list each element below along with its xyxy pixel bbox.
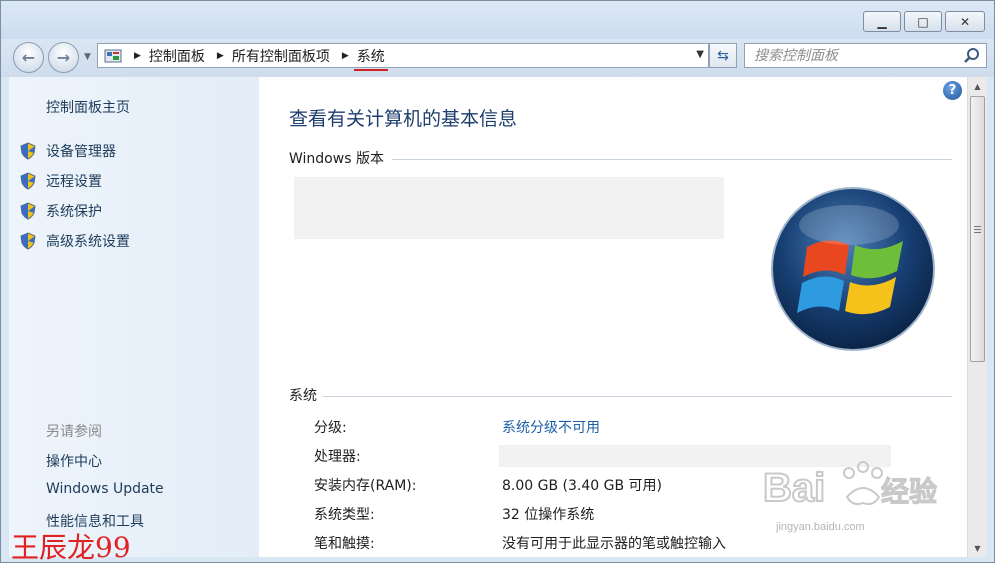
page-title: 查看有关计算机的基本信息 bbox=[289, 108, 518, 130]
recent-pages-dropdown[interactable]: ▼ bbox=[84, 52, 91, 62]
address-bar[interactable]: ▶ 控制面板 ▶ 所有控制面板项 ▶ 系统 ▼ bbox=[97, 43, 709, 71]
task-sidebar: 控制面板主页 设备管理器 远程设置 系统保护 高级系统设置 另请参阅 操作中心 … bbox=[9, 77, 259, 557]
rating-label: 分级: bbox=[314, 420, 347, 436]
back-arrow-icon: ← bbox=[21, 48, 36, 67]
system-type-value: 32 位操作系统 bbox=[502, 507, 595, 523]
control-panel-home-link[interactable]: 控制面板主页 bbox=[46, 97, 130, 117]
uac-shield-icon bbox=[20, 172, 36, 190]
minimize-button[interactable]: ▁ bbox=[863, 11, 901, 32]
forward-button[interactable]: → bbox=[48, 42, 79, 73]
uac-shield-icon bbox=[20, 202, 36, 220]
task-label: 设备管理器 bbox=[46, 144, 116, 160]
memory-value: 8.00 GB (3.40 GB 可用) bbox=[502, 478, 662, 494]
svg-text:经验: 经验 bbox=[881, 475, 937, 508]
windows-edition-heading: Windows 版本 bbox=[289, 151, 384, 167]
annotation-underline bbox=[353, 68, 388, 71]
rating-link[interactable]: 系统分级不可用 bbox=[502, 417, 600, 437]
scroll-thumb[interactable] bbox=[970, 96, 985, 362]
breadcrumb-arrow-icon[interactable]: ▶ bbox=[342, 51, 349, 61]
control-panel-window: ▁ □ ✕ ← → ▼ ▶ 控制面板 ▶ 所有控制面板项 ▶ 系统 ▼ ⇆ 搜索… bbox=[0, 0, 995, 563]
close-button[interactable]: ✕ bbox=[945, 11, 985, 32]
pen-touch-label: 笔和触摸: bbox=[314, 536, 375, 552]
refresh-button[interactable]: ⇆ bbox=[709, 43, 737, 68]
navigation-bar: ← → ▼ ▶ 控制面板 ▶ 所有控制面板项 ▶ 系统 ▼ ⇆ bbox=[1, 39, 994, 77]
scroll-down-button[interactable]: ▼ bbox=[968, 539, 987, 557]
task-advanced-system-settings[interactable]: 高级系统设置 bbox=[19, 230, 130, 252]
scroll-grip-icon bbox=[974, 225, 981, 233]
forward-arrow-icon: → bbox=[56, 48, 71, 67]
uac-shield-icon bbox=[20, 142, 36, 160]
redacted-edition-info bbox=[294, 177, 724, 239]
processor-label: 处理器: bbox=[314, 449, 361, 465]
breadcrumb-all-items[interactable]: 所有控制面板项 bbox=[232, 46, 330, 66]
see-also-heading: 另请参阅 bbox=[46, 424, 102, 440]
control-panel-icon bbox=[104, 49, 122, 62]
address-history-dropdown-icon[interactable]: ▼ bbox=[696, 49, 704, 60]
uac-shield-icon bbox=[20, 232, 36, 250]
windows-update-link[interactable]: Windows Update bbox=[46, 481, 164, 497]
pen-touch-value: 没有可用于此显示器的笔或触控输入 bbox=[502, 536, 726, 552]
section-divider bbox=[323, 396, 952, 397]
vertical-scrollbar[interactable]: ▲ ▼ bbox=[967, 77, 987, 557]
task-label: 远程设置 bbox=[46, 174, 102, 190]
section-divider bbox=[392, 159, 952, 160]
baidu-jingyan-watermark-logo: Bai 经验 bbox=[763, 461, 938, 511]
breadcrumb-control-panel[interactable]: 控制面板 bbox=[149, 46, 205, 66]
breadcrumb-system-label: 系统 bbox=[356, 48, 385, 65]
system-heading: 系统 bbox=[289, 388, 317, 404]
search-icon[interactable] bbox=[963, 47, 980, 64]
help-icon[interactable]: ? bbox=[943, 81, 962, 100]
system-type-label: 系统类型: bbox=[314, 507, 375, 523]
svg-text:Bai: Bai bbox=[763, 466, 825, 510]
breadcrumb-system[interactable]: 系统 bbox=[353, 46, 388, 71]
memory-label: 安装内存(RAM): bbox=[314, 478, 417, 494]
maximize-button[interactable]: □ bbox=[904, 11, 942, 32]
task-label: 高级系统设置 bbox=[46, 234, 130, 250]
scroll-up-button[interactable]: ▲ bbox=[968, 77, 987, 95]
back-button[interactable]: ← bbox=[13, 42, 44, 73]
breadcrumb-arrow-icon[interactable]: ▶ bbox=[134, 51, 141, 61]
windows-logo-icon bbox=[771, 187, 935, 351]
breadcrumb-arrow-icon[interactable]: ▶ bbox=[217, 51, 224, 61]
search-box[interactable] bbox=[744, 43, 987, 68]
task-system-protection[interactable]: 系统保护 bbox=[19, 200, 102, 222]
author-watermark: 王辰龙99 bbox=[11, 531, 131, 563]
action-center-link[interactable]: 操作中心 bbox=[46, 451, 102, 471]
task-remote-settings[interactable]: 远程设置 bbox=[19, 170, 102, 192]
task-device-manager[interactable]: 设备管理器 bbox=[19, 140, 116, 162]
search-input[interactable] bbox=[745, 44, 960, 67]
refresh-icon: ⇆ bbox=[717, 47, 729, 64]
task-label: 系统保护 bbox=[46, 204, 102, 220]
title-bar: ▁ □ ✕ bbox=[1, 1, 994, 39]
watermark-url: jingyan.baidu.com bbox=[776, 521, 865, 533]
